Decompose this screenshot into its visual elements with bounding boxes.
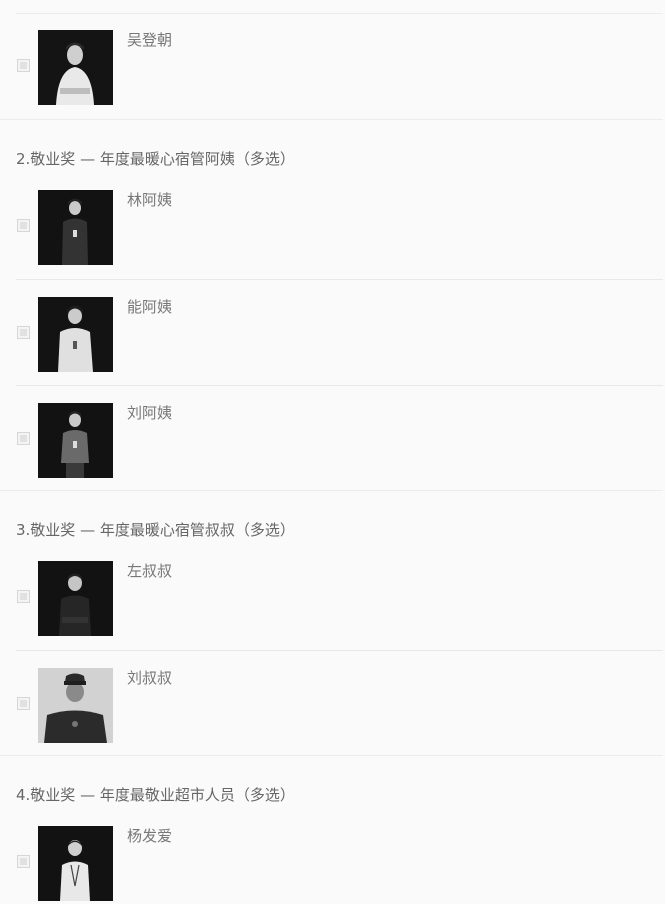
list-item[interactable]: 吴登朝 (16, 13, 663, 119)
question-section: 2.敬业奖 — 年度最暖心宿管阿姨（多选） 林阿姨 能阿姨 刘阿姨 (0, 119, 663, 491)
option-checkbox[interactable] (17, 432, 30, 445)
option-checkbox[interactable] (17, 697, 30, 710)
candidate-name: 吴登朝 (127, 31, 173, 49)
option-checkbox[interactable] (17, 326, 30, 339)
candidate-name: 能阿姨 (127, 298, 173, 316)
list-item[interactable]: 左叔叔 (16, 544, 663, 650)
option-checkbox[interactable] (17, 59, 30, 72)
question-title: 4.敬业奖 — 年度最敬业超市人员（多选） (16, 786, 295, 804)
list-item[interactable]: 刘阿姨 (16, 385, 663, 491)
survey-page: 吴登朝 2.敬业奖 — 年度最暖心宿管阿姨（多选） 林阿姨 能阿姨 刘阿姨 3.… (0, 0, 665, 903)
candidate-name: 左叔叔 (127, 562, 173, 580)
candidate-name: 杨发爱 (127, 827, 173, 845)
question-section: 3.敬业奖 — 年度最暖心宿管叔叔（多选） 左叔叔 刘叔叔 (0, 490, 663, 756)
candidate-name: 刘阿姨 (127, 404, 173, 422)
list-item[interactable]: 林阿姨 (16, 173, 663, 279)
candidate-photo (38, 826, 113, 901)
candidate-photo (38, 297, 113, 372)
question-title: 3.敬业奖 — 年度最暖心宿管叔叔（多选） (16, 521, 295, 539)
list-item[interactable]: 能阿姨 (16, 279, 663, 385)
candidate-photo (38, 190, 113, 265)
candidate-photo (38, 561, 113, 636)
list-item[interactable]: 刘叔叔 (16, 650, 663, 756)
option-checkbox[interactable] (17, 590, 30, 603)
question-section: 4.敬业奖 — 年度最敬业超市人员（多选） 杨发爱 (0, 755, 663, 903)
question-title: 2.敬业奖 — 年度最暖心宿管阿姨（多选） (16, 150, 295, 168)
list-item[interactable]: 杨发爱 (16, 809, 663, 904)
candidate-photo (38, 668, 113, 743)
option-checkbox[interactable] (17, 219, 30, 232)
candidate-name: 林阿姨 (127, 191, 173, 209)
candidate-photo (38, 30, 113, 105)
candidate-photo (38, 403, 113, 478)
candidate-name: 刘叔叔 (127, 669, 173, 687)
option-checkbox[interactable] (17, 855, 30, 868)
